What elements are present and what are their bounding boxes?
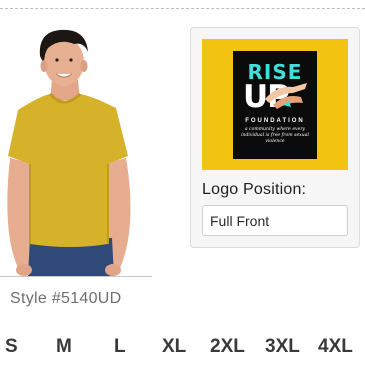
logo-tagline: a community where every individual is fr… bbox=[241, 127, 309, 144]
size-option-3xl[interactable]: 3XL bbox=[265, 336, 300, 358]
logo-org-line: FOUNDATION bbox=[245, 118, 305, 124]
size-option-s[interactable]: S bbox=[5, 336, 18, 358]
hands-icon bbox=[265, 83, 307, 109]
size-option-xl[interactable]: XL bbox=[162, 336, 186, 358]
product-photo[interactable] bbox=[0, 18, 155, 276]
style-number: Style #5140UD bbox=[10, 290, 122, 307]
logo-position-select[interactable]: Full Front bbox=[202, 205, 348, 236]
model-wearing-shirt-image bbox=[7, 29, 131, 276]
top-divider bbox=[0, 8, 365, 9]
size-option-l[interactable]: L bbox=[114, 336, 126, 358]
size-option-m[interactable]: M bbox=[56, 336, 72, 358]
size-option-2xl[interactable]: 2XL bbox=[210, 336, 245, 358]
logo-preview[interactable]: RISE UP FOUNDATION a community where eve… bbox=[202, 39, 348, 170]
logo-card: RISE UP FOUNDATION a community where eve… bbox=[190, 27, 360, 248]
logo-artwork: RISE UP FOUNDATION a community where eve… bbox=[233, 51, 317, 159]
size-selector: S M L XL 2XL 3XL 4XL bbox=[0, 336, 365, 358]
logo-position-label: Logo Position: bbox=[202, 181, 307, 198]
size-option-4xl[interactable]: 4XL bbox=[318, 336, 353, 358]
photo-underline bbox=[0, 276, 152, 277]
